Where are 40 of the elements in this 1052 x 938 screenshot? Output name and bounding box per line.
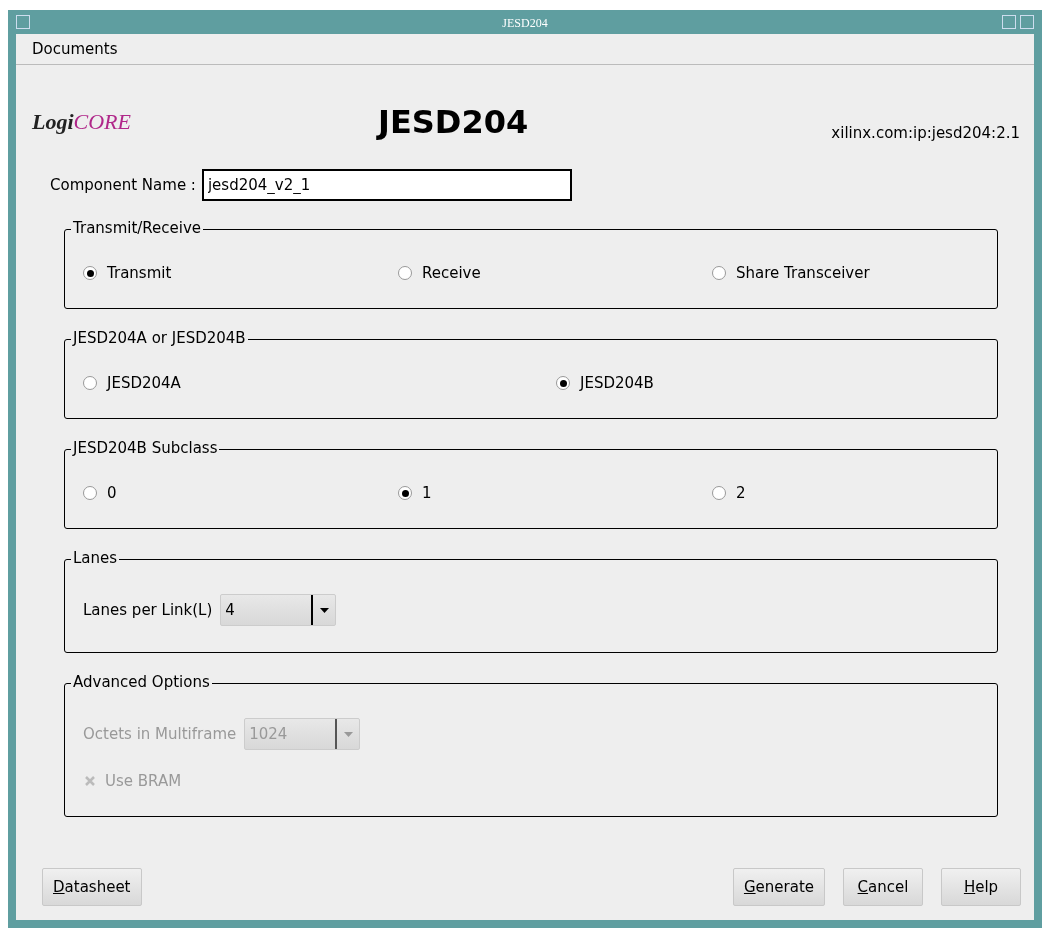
dropdown[interactable]: 4 bbox=[220, 594, 337, 626]
menu-item[interactable]: Documents bbox=[32, 40, 118, 58]
radio-button[interactable] bbox=[556, 376, 570, 390]
radio-button[interactable] bbox=[712, 266, 726, 280]
minimize-button[interactable] bbox=[1002, 15, 1016, 29]
radio-label: 2 bbox=[736, 484, 746, 502]
radio-label: 0 bbox=[107, 484, 117, 502]
radio-button[interactable] bbox=[83, 486, 97, 500]
maximize-button[interactable] bbox=[1020, 15, 1034, 29]
group-title: JESD204A or JESD204B bbox=[71, 329, 248, 347]
heading: JESD204 bbox=[378, 103, 529, 141]
radio-button[interactable] bbox=[398, 486, 412, 500]
window-menu-button[interactable] bbox=[16, 15, 30, 29]
component-name-field[interactable]: jesd204_v2_1 bbox=[201, 169, 572, 201]
radio-label: Transmit bbox=[107, 264, 172, 282]
radio-button[interactable] bbox=[83, 266, 97, 280]
group-title: Transmit/Receive bbox=[71, 219, 204, 237]
field-label: Component Name : bbox=[50, 176, 196, 194]
radio-label: JESD204B bbox=[580, 374, 654, 392]
caret-icon bbox=[343, 731, 353, 737]
ip-identifier: xilinx.com:ip:jesd204:2.1 bbox=[831, 124, 1020, 142]
dialog-button[interactable]: Cancel bbox=[843, 868, 923, 906]
dialog-button[interactable]: Generate bbox=[732, 868, 825, 906]
radio-button[interactable] bbox=[712, 486, 726, 500]
radio-button[interactable] bbox=[83, 376, 97, 390]
caret-icon bbox=[319, 607, 329, 613]
radio-label: JESD204A bbox=[107, 374, 181, 392]
field-label: Octets in Multiframe bbox=[83, 725, 237, 743]
radio-label: Receive bbox=[422, 264, 481, 282]
checkbox-label: Use BRAM bbox=[105, 772, 182, 790]
field-label: Lanes per Link(L) bbox=[83, 601, 213, 619]
radio-label: 1 bbox=[422, 484, 432, 502]
dialog-button[interactable]: Help bbox=[941, 868, 1021, 906]
dialog-button[interactable]: Datasheet bbox=[42, 868, 142, 906]
window-title: JESD204 bbox=[502, 15, 548, 31]
logo: LogiCORE bbox=[32, 109, 132, 135]
group-title: JESD204B Subclass bbox=[71, 439, 220, 457]
group-title: Advanced Options bbox=[71, 673, 212, 691]
radio-label: Share Transceiver bbox=[736, 264, 870, 282]
radio-button[interactable] bbox=[398, 266, 412, 280]
